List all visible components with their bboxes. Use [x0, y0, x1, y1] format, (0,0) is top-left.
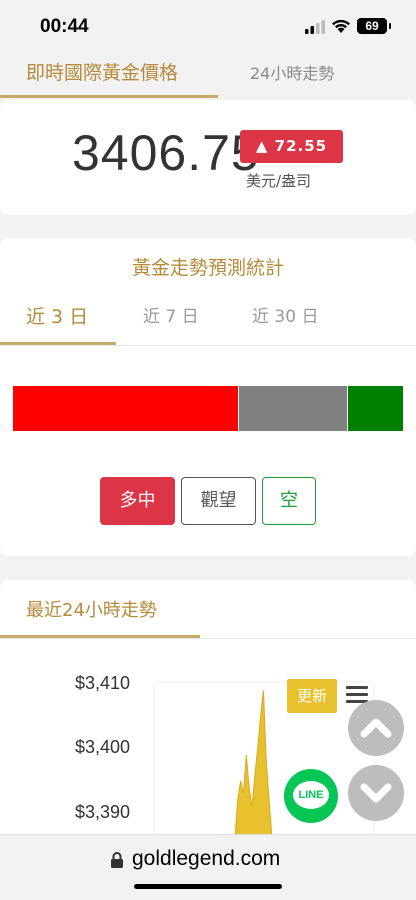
tab-30-days[interactable]: 近 30 日: [252, 302, 318, 327]
trend-title-underline: [0, 635, 200, 638]
lock-icon: [111, 852, 123, 868]
browser-url-bar[interactable]: goldlegend.com: [0, 834, 416, 900]
tab-7-days[interactable]: 近 7 日: [143, 302, 199, 327]
wifi-icon: [332, 19, 350, 33]
signal-icon: [305, 20, 325, 34]
scroll-up-button[interactable]: [348, 700, 404, 756]
home-indicator: [134, 884, 282, 889]
wait-share-bar: [239, 386, 347, 431]
trend-chart: [153, 681, 375, 840]
battery-icon: 69: [357, 18, 391, 34]
short-share-bar: [348, 386, 403, 431]
y-tick-label: $3,390: [75, 802, 131, 822]
update-button[interactable]: 更新: [287, 679, 337, 713]
gold-price: 3406.75: [72, 125, 260, 181]
url-text: goldlegend.com: [132, 847, 281, 870]
price-area-series: [231, 690, 273, 840]
vote-short-button[interactable]: 空: [262, 477, 316, 525]
active-tab-indicator: [0, 342, 116, 345]
y-tick-label: $3,400: [75, 737, 131, 757]
tab-3-days[interactable]: 近 3 日: [26, 302, 88, 329]
status-time: 00:44: [40, 16, 89, 37]
vote-wait-button[interactable]: 觀望: [181, 477, 256, 525]
forecast-title: 黃金走勢預測統計: [131, 257, 284, 279]
tab-live-price-label: 即時國際黃金價格: [26, 62, 179, 84]
chevron-down-icon: [360, 783, 392, 803]
long-share-bar: [13, 386, 238, 431]
tab-live-price[interactable]: 即時國際黃金價格: [0, 50, 218, 98]
vote-long-button[interactable]: 多中: [100, 477, 175, 525]
top-tabs: 即時國際黃金價格 24小時走勢: [0, 50, 416, 98]
tab-24h-trend[interactable]: 24小時走勢: [250, 60, 334, 84]
y-tick-label: $3,410: [75, 673, 131, 693]
line-chat-button[interactable]: LINE: [284, 769, 338, 823]
scroll-down-button[interactable]: [348, 765, 404, 821]
line-icon: LINE: [293, 781, 329, 809]
trend-title: 最近24小時走勢: [26, 600, 157, 621]
status-bar: 00:44 69: [0, 0, 416, 50]
trend-header: 最近24小時走勢: [0, 580, 416, 639]
chevron-up-icon: [360, 718, 392, 738]
forecast-tabs: 近 3 日 近 7 日 近 30 日: [0, 292, 416, 346]
price-unit: 美元/盎司: [246, 172, 312, 190]
price-card: 3406.75: [0, 100, 416, 215]
price-change-badge: ▲ 72.55: [240, 130, 343, 163]
